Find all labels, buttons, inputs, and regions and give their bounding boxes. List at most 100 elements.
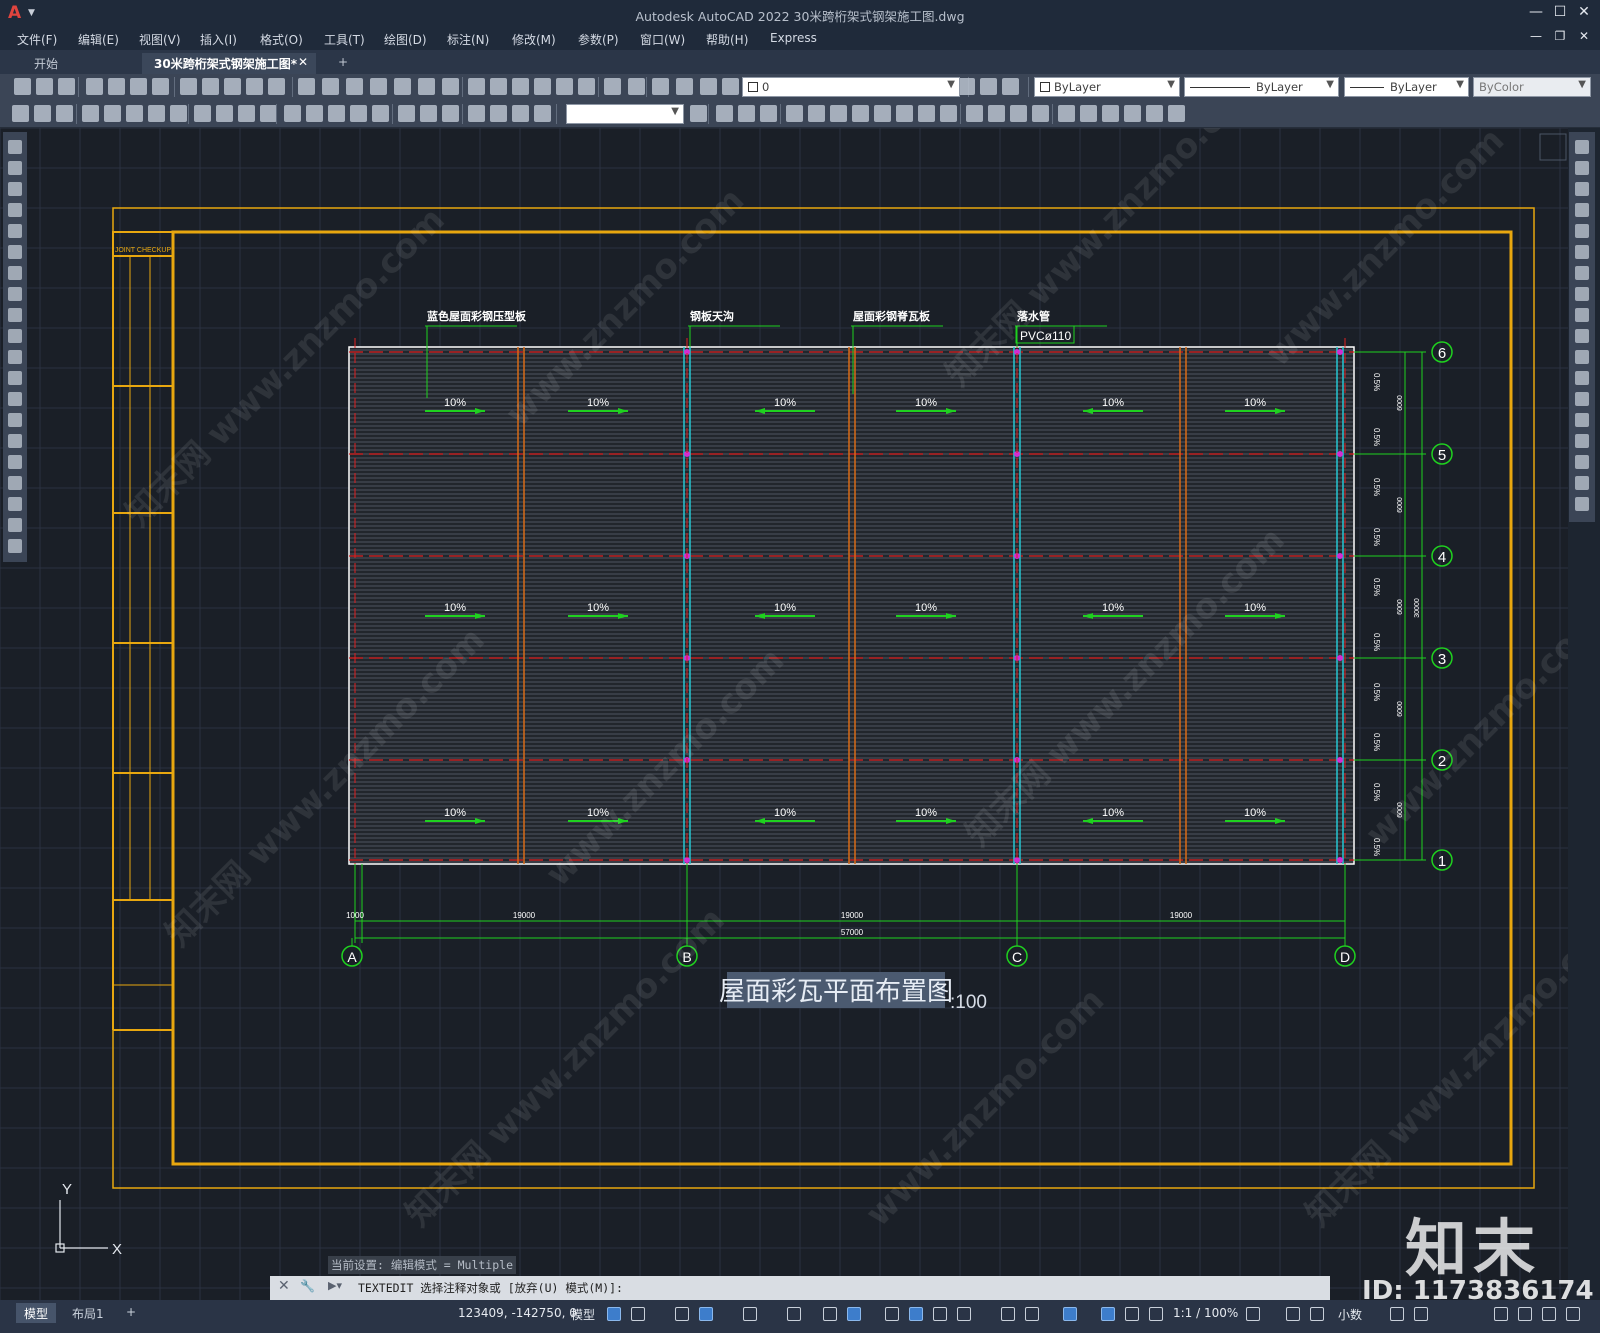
modify-tool-icon[interactable] [1575, 182, 1589, 196]
toolbar-tool-icon[interactable] [896, 105, 913, 122]
status-toggle-icon[interactable] [1125, 1307, 1139, 1321]
toolbar-tool-icon[interactable] [328, 105, 345, 122]
drawing-canvas[interactable]: JOINT CHECKUP 10% 10% 10% 10% 10% 10%10% 10% 10… [0, 128, 1568, 1300]
toolbar-tool-icon[interactable] [246, 78, 263, 95]
toolbar-tool-icon[interactable] [512, 78, 529, 95]
menu-help[interactable]: 帮助(H) [706, 31, 748, 48]
tab-active-drawing[interactable]: 30米跨桁架式钢架施工图* ✕ [142, 53, 316, 74]
toolbar-tool-icon[interactable] [130, 78, 147, 95]
toolbar-tool-icon[interactable] [1102, 105, 1119, 122]
units-toggle[interactable]: 小数 [1338, 1306, 1362, 1323]
modify-tool-icon[interactable] [1575, 140, 1589, 154]
toolbar-tool-icon[interactable] [652, 78, 669, 95]
draw-tool-icon[interactable] [8, 224, 22, 238]
toolbar-tool-icon[interactable] [468, 78, 485, 95]
toolbar-tool-icon[interactable] [830, 105, 847, 122]
status-toggle-icon[interactable] [1494, 1307, 1508, 1321]
status-toggle-icon[interactable] [1001, 1307, 1015, 1321]
menu-tools[interactable]: 工具(T) [324, 31, 365, 48]
status-toggle-icon[interactable] [1101, 1307, 1115, 1321]
draw-tool-icon[interactable] [8, 287, 22, 301]
toolbar-tool-icon[interactable] [224, 78, 241, 95]
menu-file[interactable]: 文件(F) [17, 31, 57, 48]
modify-tool-icon[interactable] [1575, 308, 1589, 322]
toolbar-tool-icon[interactable] [180, 78, 197, 95]
modify-tool-icon[interactable] [1575, 434, 1589, 448]
maximize-button[interactable]: ☐ [1549, 4, 1571, 24]
toolbar-tool-icon[interactable] [490, 105, 507, 122]
layer-dropdown[interactable]: 0 ▼ [742, 77, 960, 97]
menu-draw[interactable]: 绘图(D) [384, 31, 427, 48]
toolbar-tool-icon[interactable] [490, 78, 507, 95]
toolbar-tool-icon[interactable] [786, 105, 803, 122]
toolbar-tool-icon[interactable] [194, 105, 211, 122]
close-button[interactable]: ✕ [1573, 4, 1595, 24]
status-toggle-icon[interactable] [1286, 1307, 1300, 1321]
toolbar-tool-icon[interactable] [216, 105, 233, 122]
status-toggle-icon[interactable] [675, 1307, 689, 1321]
modify-tool-icon[interactable] [1575, 161, 1589, 175]
new-tab-button[interactable]: + [326, 53, 360, 74]
status-toggle-icon[interactable] [823, 1307, 837, 1321]
status-toggle-icon[interactable] [847, 1307, 861, 1321]
annotation-scale[interactable]: 1:1 / 100% [1173, 1306, 1238, 1320]
modify-tool-icon[interactable] [1575, 455, 1589, 469]
layout-tab-model[interactable]: 模型 [16, 1303, 57, 1323]
toolbar-tool-icon[interactable] [322, 78, 339, 95]
toolbar-tool-icon[interactable] [874, 105, 891, 122]
status-toggle-icon[interactable] [1518, 1307, 1532, 1321]
status-toggle-icon[interactable] [1390, 1307, 1404, 1321]
draw-tool-icon[interactable] [8, 539, 22, 553]
modify-tool-icon[interactable] [1575, 287, 1589, 301]
toolbar-tool-icon[interactable] [152, 78, 169, 95]
status-toggle-icon[interactable] [1542, 1307, 1556, 1321]
draw-tool-icon[interactable] [8, 329, 22, 343]
toolbar-tool-icon[interactable] [1146, 105, 1163, 122]
modify-tool-icon[interactable] [1575, 203, 1589, 217]
modify-tool-icon[interactable] [1575, 350, 1589, 364]
toolbar-tool-icon[interactable] [420, 105, 437, 122]
menu-format[interactable]: 格式(O) [260, 31, 303, 48]
menu-window[interactable]: 窗口(W) [640, 31, 685, 48]
status-toggle-icon[interactable] [699, 1307, 713, 1321]
toolbar-tool-icon[interactable] [1124, 105, 1141, 122]
draw-tool-icon[interactable] [8, 518, 22, 532]
toolbar-tool-icon[interactable] [148, 105, 165, 122]
draw-tool-icon[interactable] [8, 392, 22, 406]
status-toggle-icon[interactable] [743, 1307, 757, 1321]
command-chevron-icon[interactable]: ▶▾ [328, 1279, 342, 1292]
doc-restore-button[interactable]: ❐ [1549, 29, 1571, 49]
modify-tool-icon[interactable] [1575, 392, 1589, 406]
toolbar-tool-icon[interactable] [966, 105, 983, 122]
color-dropdown[interactable]: ByLayer ▼ [1034, 77, 1180, 97]
toolbar-tool-icon[interactable] [370, 78, 387, 95]
toolbar-tool-icon[interactable] [534, 105, 551, 122]
status-toggle-icon[interactable] [933, 1307, 947, 1321]
toolbar-tool-icon[interactable] [760, 105, 777, 122]
toolbar-tool-icon[interactable] [442, 105, 459, 122]
layer-tool-icon[interactable] [980, 78, 997, 95]
layer-tool-icon[interactable] [958, 78, 975, 95]
toolbar-tool-icon[interactable] [56, 105, 73, 122]
draw-tool-icon[interactable] [8, 371, 22, 385]
modify-tool-icon[interactable] [1575, 476, 1589, 490]
toolbar-tool-icon[interactable] [690, 105, 707, 122]
toolbar-tool-icon[interactable] [556, 78, 573, 95]
toolbar-tool-icon[interactable] [346, 78, 363, 95]
toolbar-tool-icon[interactable] [260, 105, 277, 122]
toolbar-tool-icon[interactable] [86, 78, 103, 95]
coordinate-readout[interactable]: 123409, -142750, 0 [458, 1306, 577, 1320]
toolbar-tool-icon[interactable] [34, 105, 51, 122]
toolbar-tool-icon[interactable] [350, 105, 367, 122]
command-line[interactable]: ✕ 🔧 ▶▾ TEXTEDIT 选择注释对象或 [放弃(U) 模式(M)]: [270, 1276, 1330, 1300]
toolbar-tool-icon[interactable] [418, 78, 435, 95]
toolbar-tool-icon[interactable] [808, 105, 825, 122]
layer-tool-icon[interactable] [1002, 78, 1019, 95]
draw-tool-icon[interactable] [8, 434, 22, 448]
toolbar-tool-icon[interactable] [104, 105, 121, 122]
menu-insert[interactable]: 插入(I) [200, 31, 237, 48]
status-toggle-icon[interactable] [957, 1307, 971, 1321]
draw-tool-icon[interactable] [8, 245, 22, 259]
toolbar-tool-icon[interactable] [722, 78, 739, 95]
toolbar-tool-icon[interactable] [468, 105, 485, 122]
